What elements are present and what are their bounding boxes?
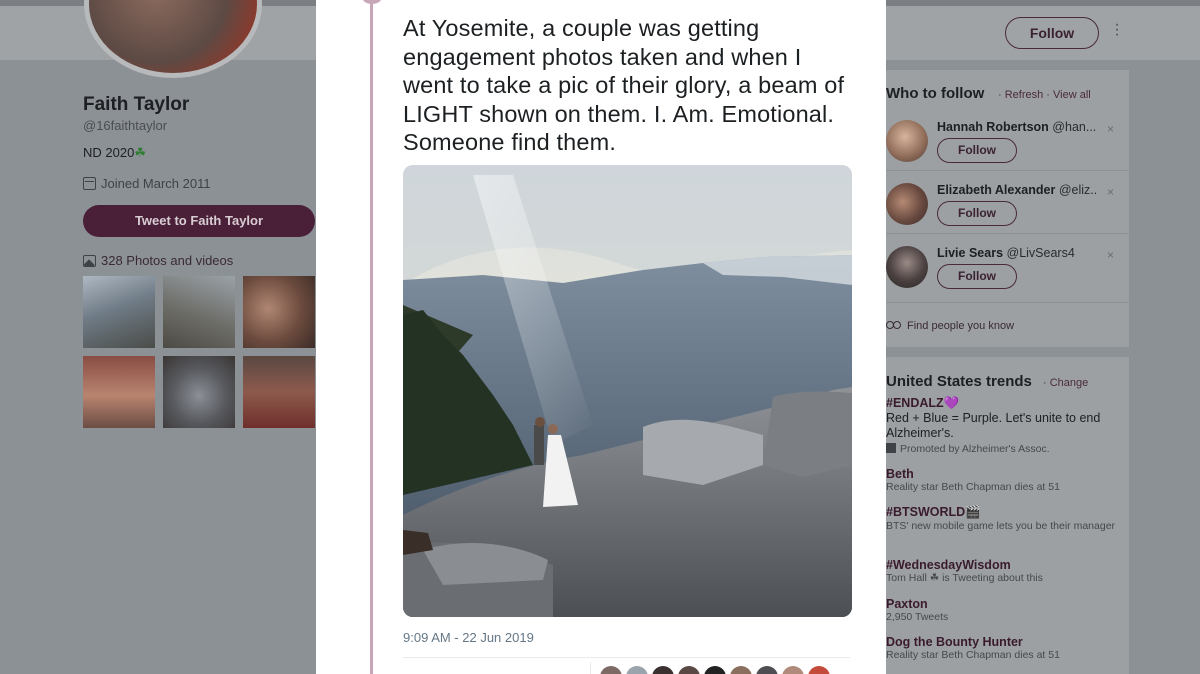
- trend-meta: BTS' new mobile game lets you be their m…: [886, 520, 1116, 532]
- media-thumbnail[interactable]: [243, 356, 315, 428]
- find-people-link[interactable]: Find people you know: [886, 320, 1014, 332]
- people-icon: [886, 320, 901, 332]
- trend-item[interactable]: #BTSWORLD🎬 BTS' new mobile game lets you…: [886, 505, 1118, 533]
- who-to-follow-title: Who to follow: [886, 85, 985, 102]
- profile-bio: ND 2020☘: [83, 145, 146, 161]
- avatar[interactable]: [600, 666, 622, 674]
- trend-meta: Promoted by Alzheimer's Assoc.: [886, 443, 1118, 456]
- find-people-label: Find people you know: [907, 320, 1015, 332]
- trend-meta: Tom Hall ☘ is Tweeting about this: [886, 572, 1043, 584]
- avatar[interactable]: [626, 666, 648, 674]
- calendar-icon: [83, 177, 96, 190]
- follow-button[interactable]: Follow: [1005, 17, 1099, 49]
- follow-button[interactable]: Follow: [937, 201, 1017, 226]
- profile-handle[interactable]: @16faithtaylor: [83, 118, 167, 133]
- suggested-user-name[interactable]: Elizabeth Alexander @eliz...: [937, 183, 1097, 197]
- more-icon[interactable]: · · ·: [1110, 17, 1124, 43]
- clover-emoji: ☘: [134, 145, 146, 160]
- media-thumbnail[interactable]: [243, 276, 315, 348]
- close-icon[interactable]: ×: [1107, 248, 1114, 262]
- photos-videos-label: 328 Photos and videos: [101, 253, 234, 268]
- promoted-icon: [886, 443, 896, 453]
- media-thumbnail[interactable]: [83, 356, 155, 428]
- media-thumbnail-grid: [83, 276, 315, 428]
- photo-icon: [83, 254, 96, 267]
- profile-name[interactable]: Faith Taylor: [83, 94, 189, 116]
- photos-videos-link[interactable]: 328 Photos and videos: [83, 253, 233, 268]
- trend-name[interactable]: Beth: [886, 467, 1118, 481]
- yosemite-engagement-photo: [403, 165, 852, 617]
- tweet-stats[interactable]: ·· ··· · ·· ··· ··· ··· ·: [403, 668, 498, 674]
- trend-meta-text: Promoted by Alzheimer's Assoc.: [900, 443, 1050, 455]
- trend-name[interactable]: #BTSWORLD🎬: [886, 505, 1118, 520]
- tweet-timestamp[interactable]: 9:09 AM - 22 Jun 2019: [403, 630, 534, 645]
- close-icon[interactable]: ×: [1107, 185, 1114, 199]
- divider: [876, 233, 1129, 234]
- trends-title: United States trends: [886, 373, 1032, 390]
- avatar[interactable]: [886, 183, 928, 225]
- avatar[interactable]: [756, 666, 778, 674]
- thread-connector-line: [370, 0, 373, 674]
- bio-text: ND 2020: [83, 145, 135, 160]
- trend-description: Red + Blue = Purple. Let's unite to end …: [886, 411, 1101, 440]
- trend-item[interactable]: Dog the Bounty Hunter Reality star Beth …: [886, 635, 1118, 662]
- media-thumbnail[interactable]: [163, 356, 235, 428]
- divider: [876, 170, 1129, 171]
- trend-meta: Reality star Beth Chapman dies at 51: [886, 649, 1060, 661]
- follow-button[interactable]: Follow: [937, 264, 1017, 289]
- refresh-view-all-links[interactable]: · Refresh · View all: [998, 89, 1091, 101]
- tweet-photo[interactable]: [403, 165, 852, 617]
- suggested-user-name[interactable]: Hannah Robertson @han...: [937, 120, 1097, 134]
- close-icon[interactable]: ×: [1107, 122, 1114, 136]
- trend-meta: 2,950 Tweets: [886, 611, 949, 623]
- avatar[interactable]: [704, 666, 726, 674]
- trend-meta: Reality star Beth Chapman dies at 51: [886, 481, 1060, 493]
- trend-item[interactable]: #WednesdayWisdom Tom Hall ☘ is Tweeting …: [886, 558, 1118, 585]
- avatar[interactable]: [782, 666, 804, 674]
- tweet-text: At Yosemite, a couple was getting engage…: [403, 15, 845, 155]
- trend-name[interactable]: Paxton: [886, 597, 1118, 611]
- tweet-to-button[interactable]: Tweet to Faith Taylor: [83, 205, 315, 237]
- avatar[interactable]: [730, 666, 752, 674]
- profile-avatar[interactable]: [84, 0, 262, 78]
- divider: [590, 662, 591, 674]
- divider: [876, 302, 1129, 303]
- joined-text: Joined March 2011: [101, 176, 211, 191]
- trend-item[interactable]: Paxton 2,950 Tweets: [886, 597, 1118, 624]
- suggested-user-name[interactable]: Livie Sears @LivSears4: [937, 246, 1097, 260]
- avatar[interactable]: [808, 666, 830, 674]
- follow-button[interactable]: Follow: [937, 138, 1017, 163]
- trend-name[interactable]: Dog the Bounty Hunter: [886, 635, 1118, 649]
- liker-avatars: [600, 666, 830, 674]
- joined-date: Joined March 2011: [83, 176, 211, 191]
- trend-item[interactable]: Beth Reality star Beth Chapman dies at 5…: [886, 467, 1118, 494]
- divider: [403, 657, 850, 658]
- trend-name[interactable]: #WednesdayWisdom: [886, 558, 1118, 572]
- change-trends-link[interactable]: · Change: [1043, 377, 1088, 389]
- avatar[interactable]: [886, 120, 928, 162]
- trend-name[interactable]: #ENDALZ💜: [886, 396, 1118, 411]
- media-thumbnail[interactable]: [83, 276, 155, 348]
- avatar[interactable]: [886, 246, 928, 288]
- avatar[interactable]: [652, 666, 674, 674]
- trend-item[interactable]: #ENDALZ💜 Red + Blue = Purple. Let's unit…: [886, 396, 1118, 456]
- media-thumbnail[interactable]: [163, 276, 235, 348]
- avatar[interactable]: [678, 666, 700, 674]
